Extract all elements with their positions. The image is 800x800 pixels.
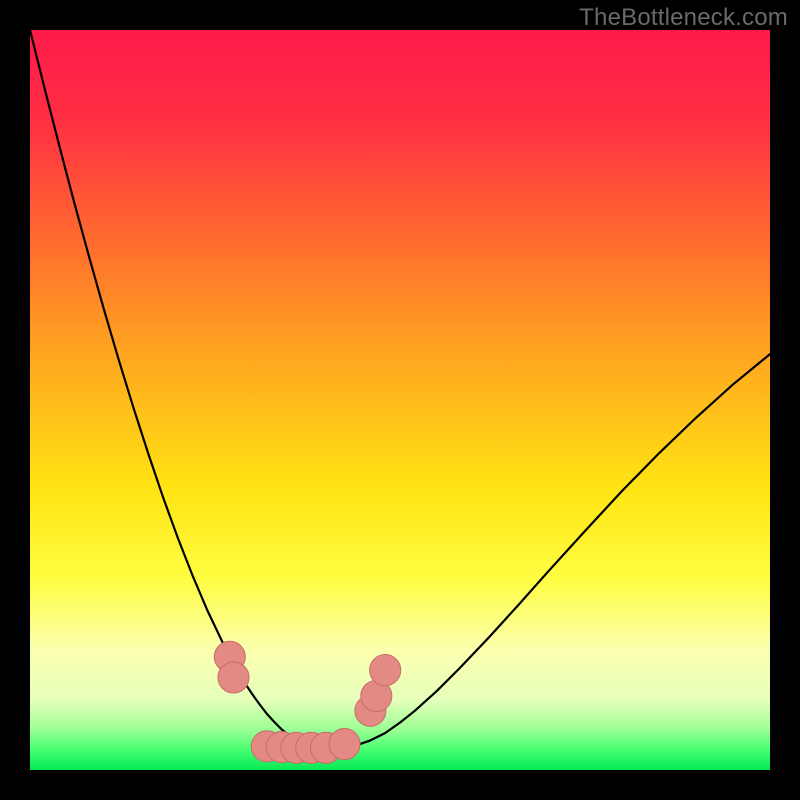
gradient-background [30,30,770,770]
data-marker [370,655,401,686]
watermark-text: TheBottleneck.com [579,4,788,32]
plot-area [30,30,770,770]
chart-frame: TheBottleneck.com [0,0,800,800]
data-marker [329,729,360,760]
data-marker [218,662,249,693]
plot-svg [30,30,770,770]
